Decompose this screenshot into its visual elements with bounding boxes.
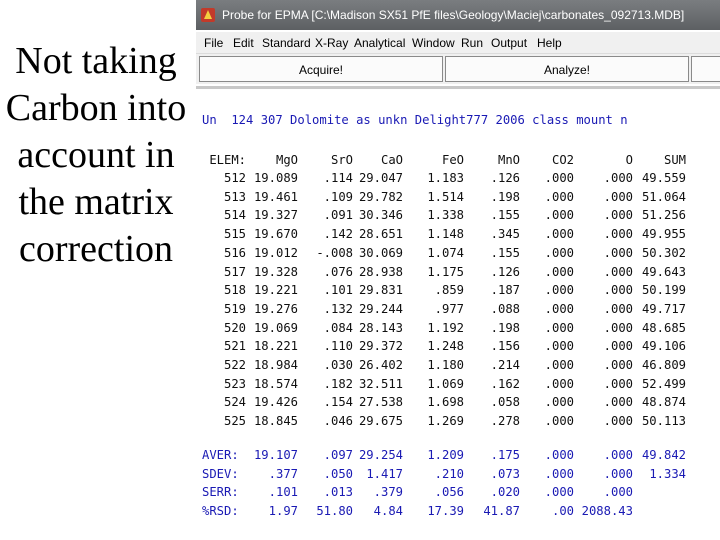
table-cell: 49.643 [641, 264, 686, 279]
slide-caption: Not taking Carbon into account in the ma… [5, 40, 187, 270]
analyze-button[interactable]: Analyze! [445, 56, 689, 82]
sample-header-line: Un 124 307 Dolomite as unkn Delight777 2… [202, 113, 628, 127]
menu-run[interactable]: Run [461, 36, 483, 50]
table-cell: 48.874 [641, 395, 686, 410]
menu-standard[interactable]: Standard [262, 36, 311, 50]
output-log[interactable]: Un 124 307 Dolomite as unkn Delight777 2… [196, 89, 720, 540]
table-cell: 49.106 [641, 339, 686, 354]
table-cell: 48.685 [641, 320, 686, 335]
menu-analytical[interactable]: Analytical [354, 36, 405, 50]
menu-window[interactable]: Window [412, 36, 455, 50]
table-cell: 46.809 [641, 358, 686, 372]
menu-xray[interactable]: X-Ray [315, 36, 348, 50]
table-cell: 1.334 [649, 466, 686, 481]
table-cell: 51.256 [641, 208, 686, 223]
table-cell: 49.559 [641, 171, 686, 185]
table-cell: 52.499 [641, 376, 686, 391]
table-cell: 2088.43 [581, 504, 633, 519]
table-cell: 50.113 [641, 414, 686, 429]
app-icon [201, 8, 215, 22]
menu-edit[interactable]: Edit [233, 36, 254, 50]
menu-help[interactable]: Help [537, 36, 562, 50]
title-bar: Probe for EPMA [C:\Madison SX51 PfE file… [196, 0, 720, 30]
toolbar: Acquire! Analyze! [196, 54, 720, 84]
table-cell: 50.199 [641, 283, 686, 298]
table-cell: .000 [603, 485, 633, 500]
table-cell: 50.302 [641, 245, 686, 260]
probe-for-epma-window: Probe for EPMA [C:\Madison SX51 PfE file… [196, 0, 720, 540]
menu-output[interactable]: Output [491, 36, 527, 50]
table-cell: 49.717 [641, 301, 686, 316]
table-cell: 49.842 [641, 448, 686, 462]
menu-bar: File Edit Standard X-Ray Analytical Wind… [196, 32, 720, 54]
table-cell: 49.955 [641, 227, 686, 242]
menu-file[interactable]: File [204, 36, 223, 50]
toolbar-overflow-button[interactable] [691, 56, 720, 82]
acquire-button[interactable]: Acquire! [199, 56, 443, 82]
table-cell: SUM [663, 153, 686, 167]
window-title: Probe for EPMA [C:\Madison SX51 PfE file… [222, 8, 685, 22]
table-cell: 51.064 [641, 189, 686, 204]
